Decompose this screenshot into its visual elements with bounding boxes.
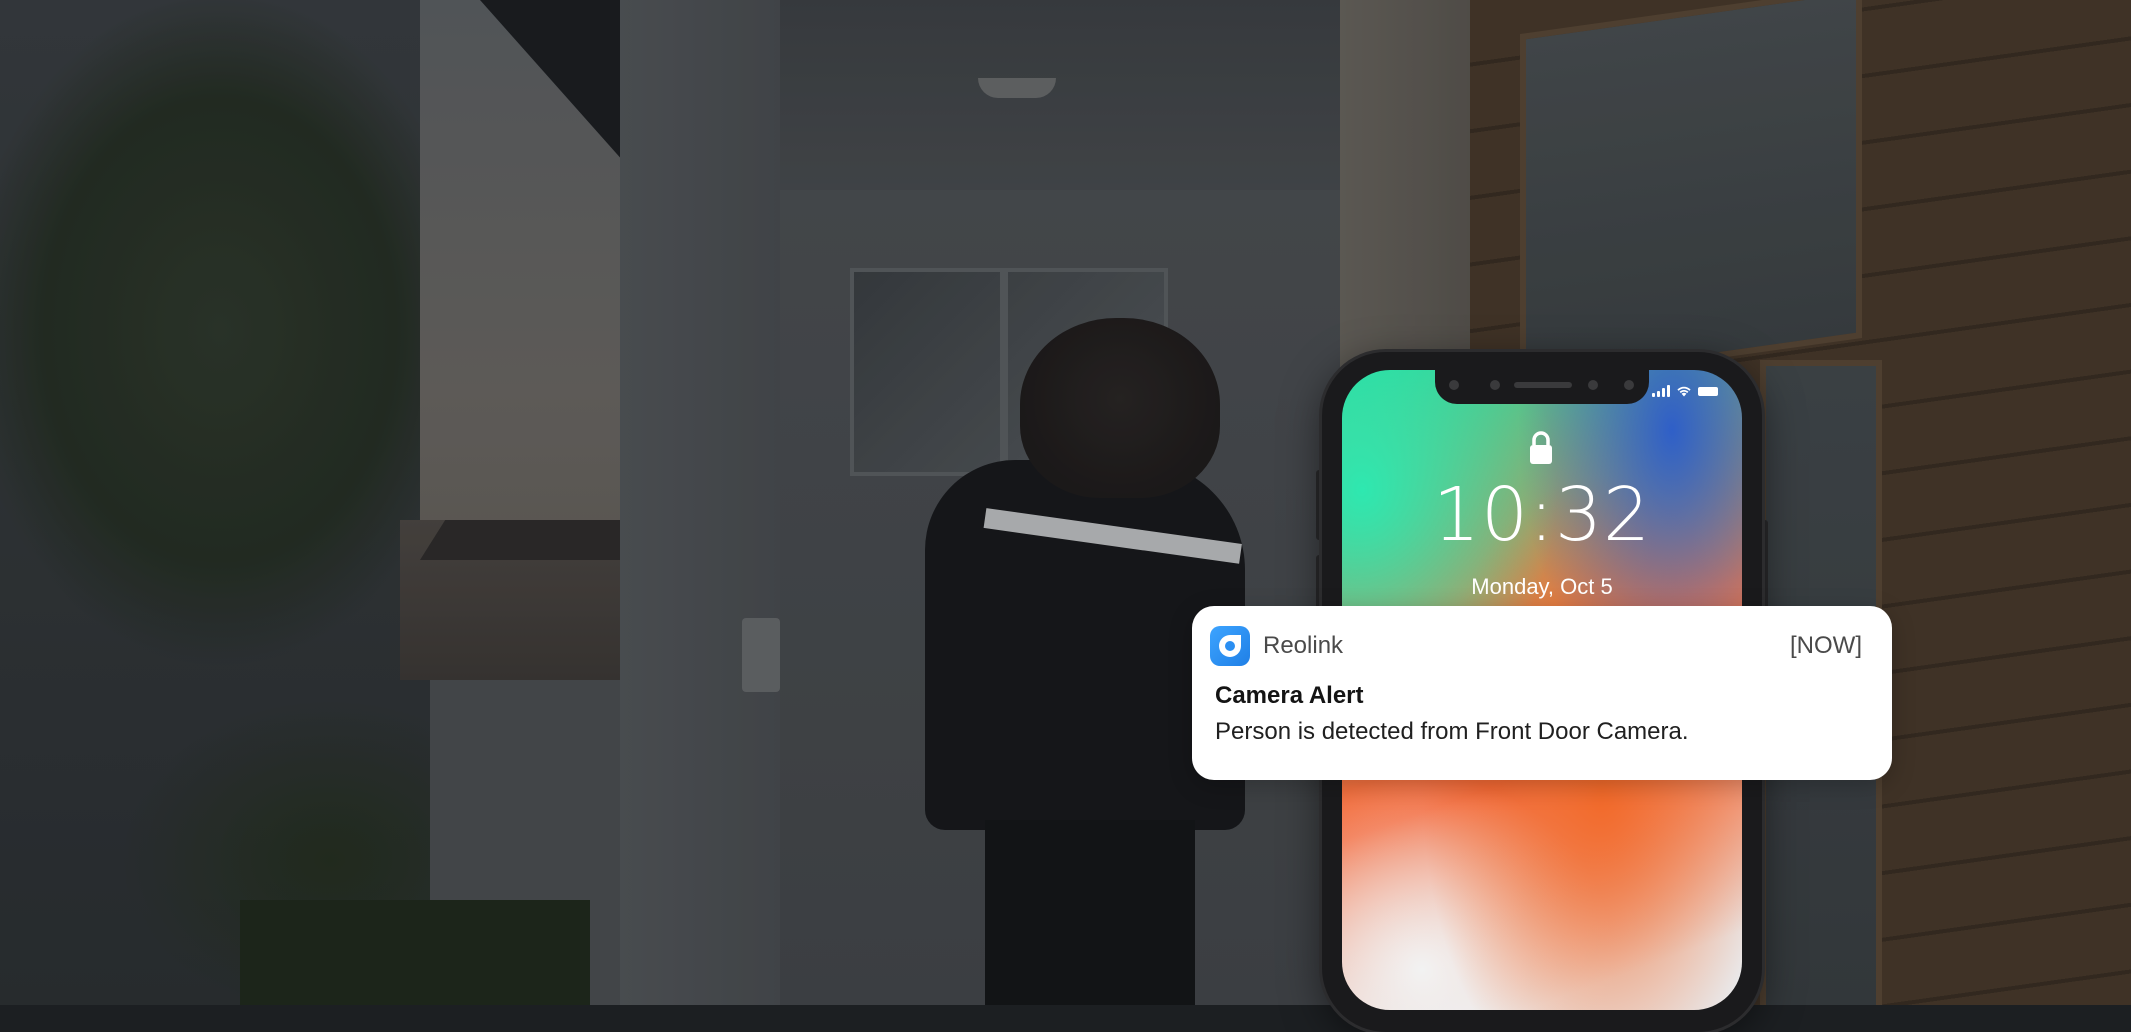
reolink-logo-icon [1219,635,1241,657]
sensor-dot [1624,380,1634,390]
sensor-dot [1449,380,1459,390]
notification-title: Camera Alert [1215,682,1364,709]
scene-dim-overlay [0,0,2131,1005]
notification-message: Person is detected from Front Door Camer… [1215,718,1689,745]
lock-icon [1530,431,1552,464]
front-camera [1490,380,1500,390]
phone-power-button [1762,520,1768,620]
wifi-icon [1677,386,1691,397]
lock-screen-date: Monday, Oct 5 [1471,574,1613,599]
reolink-app-icon [1210,626,1250,666]
background-scene [0,0,2131,1005]
notification-timestamp: [NOW] [1790,632,1862,659]
sensor-dot [1588,380,1598,390]
status-bar-icons [1652,382,1732,400]
signal-icon [1652,385,1670,397]
earpiece-speaker [1514,382,1572,388]
battery-icon [1698,386,1718,396]
lock-screen-time: 10:32 [1432,472,1652,558]
notification-app-name: Reolink [1263,632,1344,659]
